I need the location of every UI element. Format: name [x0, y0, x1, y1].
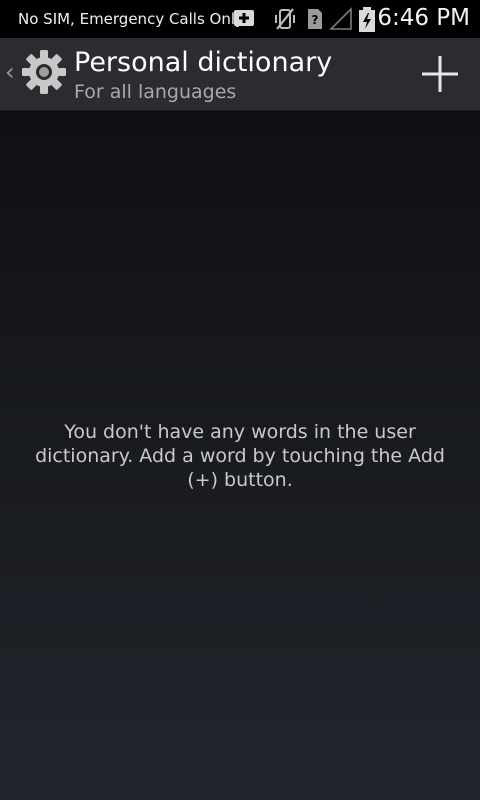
up-navigation[interactable]: ‹	[0, 38, 70, 110]
signal-empty-icon	[329, 7, 353, 35]
screen: No SIM, Emergency Calls Only ? 6:46 PM ‹…	[0, 0, 480, 800]
svg-text:?: ?	[312, 13, 319, 27]
sd-card-add-icon	[232, 7, 256, 33]
page-subtitle: For all languages	[74, 81, 237, 103]
gear-icon	[20, 48, 68, 96]
no-sim-icon: ?	[306, 7, 324, 35]
page-title: Personal dictionary	[74, 47, 333, 78]
status-clock: 6:46 PM	[377, 5, 470, 31]
add-word-button[interactable]	[416, 50, 464, 98]
caret-left-icon: ‹	[5, 58, 15, 86]
action-bar: ‹ Personal dictionary For all languages	[0, 38, 480, 111]
status-bar: No SIM, Emergency Calls Only ? 6:46 PM	[0, 0, 480, 38]
plus-icon	[422, 56, 458, 92]
carrier-label: No SIM, Emergency Calls Only	[18, 10, 244, 28]
battery-charging-icon	[358, 7, 376, 37]
vibrate-off-icon	[274, 7, 296, 35]
empty-dictionary-message: You don't have any words in the user dic…	[35, 421, 445, 491]
